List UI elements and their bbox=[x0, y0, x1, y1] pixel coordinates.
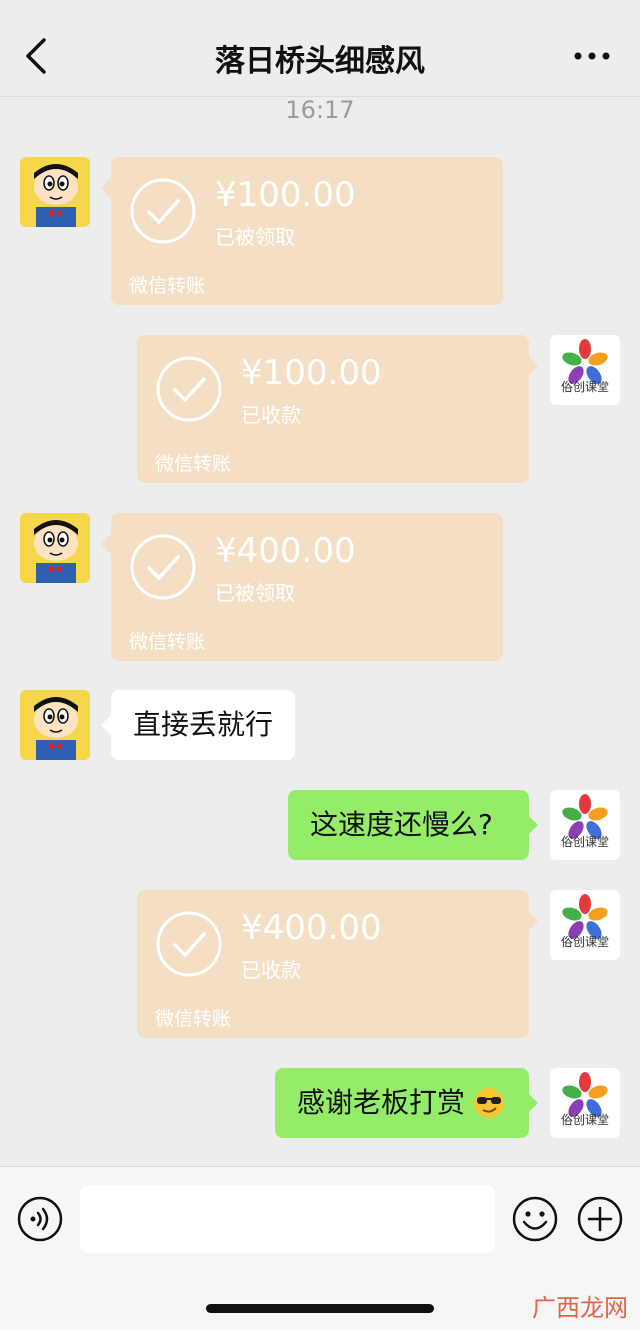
transfer-label: 微信转账 bbox=[129, 275, 206, 297]
bubble-tail bbox=[101, 715, 111, 735]
check-circle-icon bbox=[156, 911, 222, 977]
watermark: 广西龙网 bbox=[532, 1294, 628, 1322]
plus-icon[interactable] bbox=[576, 1195, 624, 1243]
chat-title: 落日桥头细感风 bbox=[215, 44, 425, 79]
voice-icon[interactable] bbox=[16, 1195, 64, 1243]
self-avatar[interactable]: 俗创课堂 bbox=[550, 790, 620, 860]
transfer-status: 已收款 bbox=[241, 958, 301, 982]
contact-avatar[interactable] bbox=[20, 690, 90, 760]
transfer-card[interactable]: ¥400.00 已收款 微信转账 bbox=[137, 890, 529, 1038]
transfer-label: 微信转账 bbox=[129, 631, 206, 653]
crayon-shin-chan-avatar-icon bbox=[20, 157, 90, 227]
self-avatar[interactable]: 俗创课堂 bbox=[550, 335, 620, 405]
sunglasses-emoji-icon bbox=[474, 1088, 504, 1118]
transfer-amount: ¥100.00 bbox=[241, 353, 382, 393]
transfer-card[interactable]: ¥100.00 已收款 微信转账 bbox=[137, 335, 529, 483]
transfer-amount: ¥400.00 bbox=[215, 531, 356, 571]
crayon-shin-chan-avatar-icon bbox=[20, 513, 90, 583]
bubble-tail bbox=[528, 356, 538, 376]
transfer-amount: ¥400.00 bbox=[241, 908, 382, 948]
chat-header: 落日桥头细感风 bbox=[0, 0, 640, 97]
transfer-status: 已被领取 bbox=[215, 225, 295, 249]
message-input[interactable] bbox=[80, 1185, 495, 1253]
transfer-card[interactable]: ¥400.00 已被领取 微信转账 bbox=[111, 513, 503, 661]
home-indicator[interactable] bbox=[206, 1304, 434, 1313]
transfer-status: 已收款 bbox=[241, 403, 301, 427]
more-icon[interactable] bbox=[572, 48, 612, 64]
message-bubble[interactable]: 直接丢就行 bbox=[111, 690, 296, 760]
contact-avatar[interactable] bbox=[20, 157, 90, 227]
brand-name: 俗创课堂 bbox=[560, 835, 609, 849]
bubble-tail bbox=[528, 815, 538, 835]
message-timestamp: 16:17 bbox=[285, 96, 355, 124]
message-text: 感谢老板打赏 bbox=[297, 1086, 466, 1119]
bubble-tail bbox=[101, 534, 111, 554]
transfer-label: 微信转账 bbox=[155, 1008, 232, 1030]
self-avatar[interactable]: 俗创课堂 bbox=[550, 1068, 620, 1138]
check-circle-icon bbox=[156, 356, 222, 422]
check-circle-icon bbox=[130, 534, 196, 600]
brand-name: 俗创课堂 bbox=[560, 380, 609, 394]
bubble-tail bbox=[528, 1093, 538, 1113]
emoji-icon[interactable] bbox=[511, 1195, 559, 1243]
bubble-tail bbox=[101, 178, 111, 198]
crayon-shin-chan-avatar-icon bbox=[20, 690, 90, 760]
message-bubble[interactable]: 感谢老板打赏 bbox=[275, 1068, 529, 1138]
transfer-card[interactable]: ¥100.00 已被领取 微信转账 bbox=[111, 157, 503, 305]
transfer-status: 已被领取 bbox=[215, 581, 295, 605]
contact-avatar[interactable] bbox=[20, 513, 90, 583]
self-avatar[interactable]: 俗创课堂 bbox=[550, 890, 620, 960]
brand-name: 俗创课堂 bbox=[560, 935, 609, 949]
brand-name: 俗创课堂 bbox=[560, 1113, 609, 1127]
bubble-tail bbox=[528, 911, 538, 931]
transfer-amount: ¥100.00 bbox=[215, 175, 356, 215]
check-circle-icon bbox=[130, 178, 196, 244]
message-bubble[interactable]: 这速度还慢么? bbox=[288, 790, 529, 860]
transfer-label: 微信转账 bbox=[155, 453, 232, 475]
